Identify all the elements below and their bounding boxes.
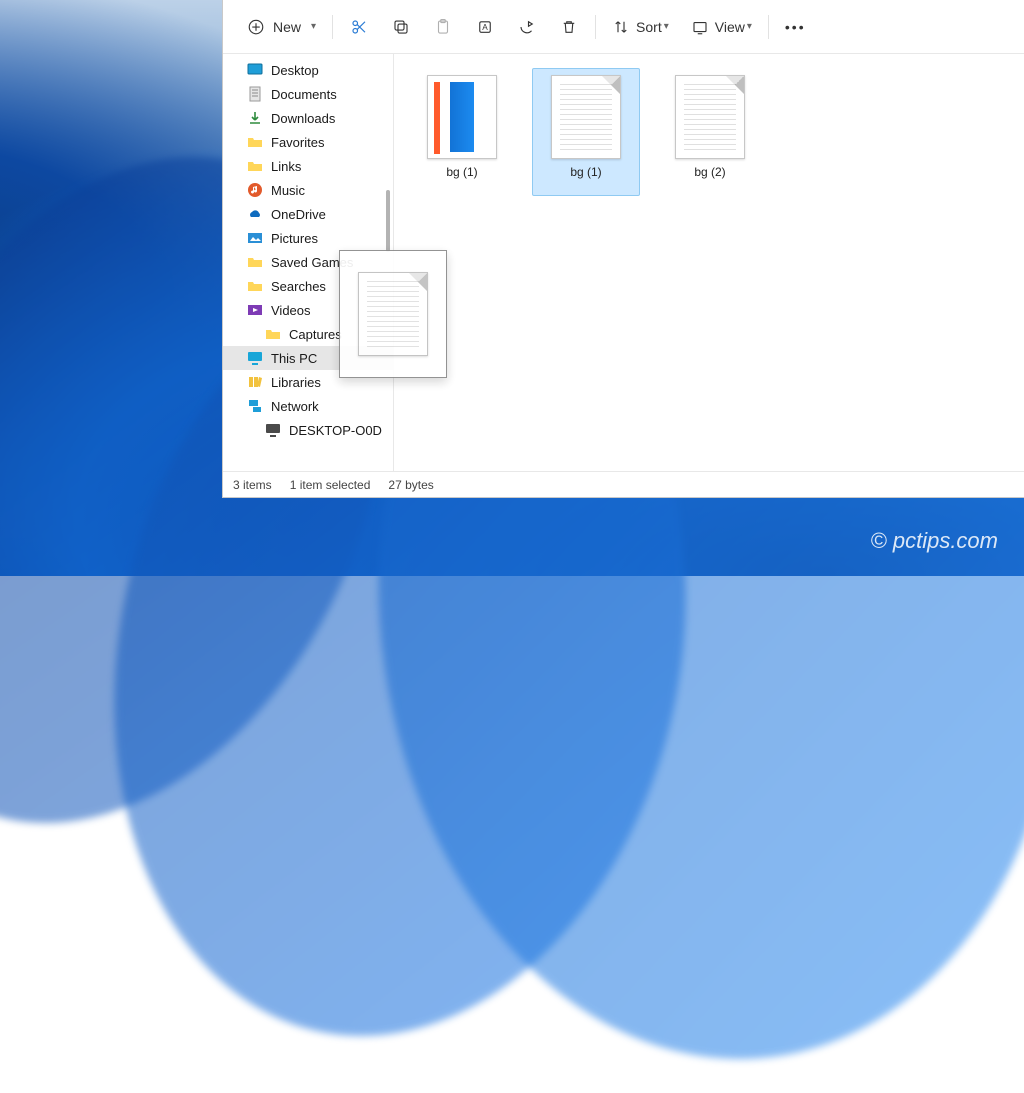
libraries-icon xyxy=(247,374,263,390)
explorer-window: New ▾ A Sort ▾ View ▾ xyxy=(222,0,1024,498)
scrollbar-thumb[interactable] xyxy=(386,190,390,252)
view-button[interactable]: View ▾ xyxy=(681,7,762,47)
sidebar-item-desktop[interactable]: Desktop xyxy=(223,58,393,82)
folder-icon xyxy=(247,134,263,150)
sidebar-item-network[interactable]: Network xyxy=(223,394,393,418)
file-name: bg (1) xyxy=(570,165,601,179)
network-icon xyxy=(247,398,263,414)
sidebar-item-favorites[interactable]: Favorites xyxy=(223,130,393,154)
file-thumbnail xyxy=(675,75,745,159)
music-icon xyxy=(247,182,263,198)
file-item[interactable]: bg (1) xyxy=(408,68,516,196)
folder-icon xyxy=(247,278,263,294)
document-icon xyxy=(247,86,263,102)
rename-icon: A xyxy=(476,18,494,36)
more-button[interactable]: ••• xyxy=(775,7,816,47)
scissors-icon xyxy=(350,18,368,36)
new-button[interactable]: New ▾ xyxy=(237,7,326,47)
view-label: View xyxy=(715,19,745,35)
sort-label: Sort xyxy=(636,19,662,35)
plus-circle-icon xyxy=(247,18,265,36)
sidebar-item-links[interactable]: Links xyxy=(223,154,393,178)
status-size: 27 bytes xyxy=(388,478,433,492)
sidebar-item-documents[interactable]: Documents xyxy=(223,82,393,106)
watermark: © pctips.com xyxy=(871,528,998,554)
folder-icon xyxy=(247,254,263,270)
monitor-icon xyxy=(265,422,281,438)
video-icon xyxy=(247,302,263,318)
sort-icon xyxy=(612,18,630,36)
file-thumbnail xyxy=(358,272,428,356)
rename-button[interactable]: A xyxy=(465,7,505,47)
picture-icon xyxy=(247,230,263,246)
svg-text:A: A xyxy=(482,23,488,32)
paste-button[interactable] xyxy=(423,7,463,47)
status-item-count: 3 items xyxy=(233,478,272,492)
chevron-down-icon: ▾ xyxy=(311,21,316,32)
status-bar: 3 items 1 item selected 27 bytes xyxy=(223,471,1024,497)
sidebar-item-music[interactable]: Music xyxy=(223,178,393,202)
chevron-down-icon: ▾ xyxy=(747,21,752,32)
file-name: bg (1) xyxy=(446,165,477,179)
folder-icon xyxy=(247,158,263,174)
clipboard-icon xyxy=(434,18,452,36)
file-item[interactable]: bg (2) xyxy=(656,68,764,196)
copy-icon xyxy=(392,18,410,36)
command-bar: New ▾ A Sort ▾ View ▾ xyxy=(223,0,1024,54)
sort-button[interactable]: Sort ▾ xyxy=(602,7,679,47)
file-thumbnail xyxy=(427,75,497,159)
share-icon xyxy=(518,18,536,36)
chevron-down-icon: ▾ xyxy=(664,21,669,32)
new-label: New xyxy=(273,19,301,35)
status-selection: 1 item selected xyxy=(290,478,371,492)
folder-icon xyxy=(265,326,281,342)
ellipsis-icon: ••• xyxy=(785,19,806,35)
copy-button[interactable] xyxy=(381,7,421,47)
sidebar-item-downloads[interactable]: Downloads xyxy=(223,106,393,130)
sidebar-item-onedrive[interactable]: OneDrive xyxy=(223,202,393,226)
cloud-icon xyxy=(247,206,263,222)
drag-ghost xyxy=(339,250,447,378)
monitor-icon xyxy=(247,350,263,366)
share-button[interactable] xyxy=(507,7,547,47)
download-icon xyxy=(247,110,263,126)
cut-button[interactable] xyxy=(339,7,379,47)
sidebar-item-pictures[interactable]: Pictures xyxy=(223,226,393,250)
file-name: bg (2) xyxy=(694,165,725,179)
view-icon xyxy=(691,18,709,36)
desktop-icon xyxy=(247,62,263,78)
file-list-pane[interactable]: bg (1) bg (1) bg (2) xyxy=(394,54,1024,471)
trash-icon xyxy=(560,18,578,36)
file-thumbnail xyxy=(551,75,621,159)
delete-button[interactable] xyxy=(549,7,589,47)
file-item[interactable]: bg (1) xyxy=(532,68,640,196)
sidebar-item-desktop-o0d[interactable]: DESKTOP-O0D xyxy=(223,418,393,442)
